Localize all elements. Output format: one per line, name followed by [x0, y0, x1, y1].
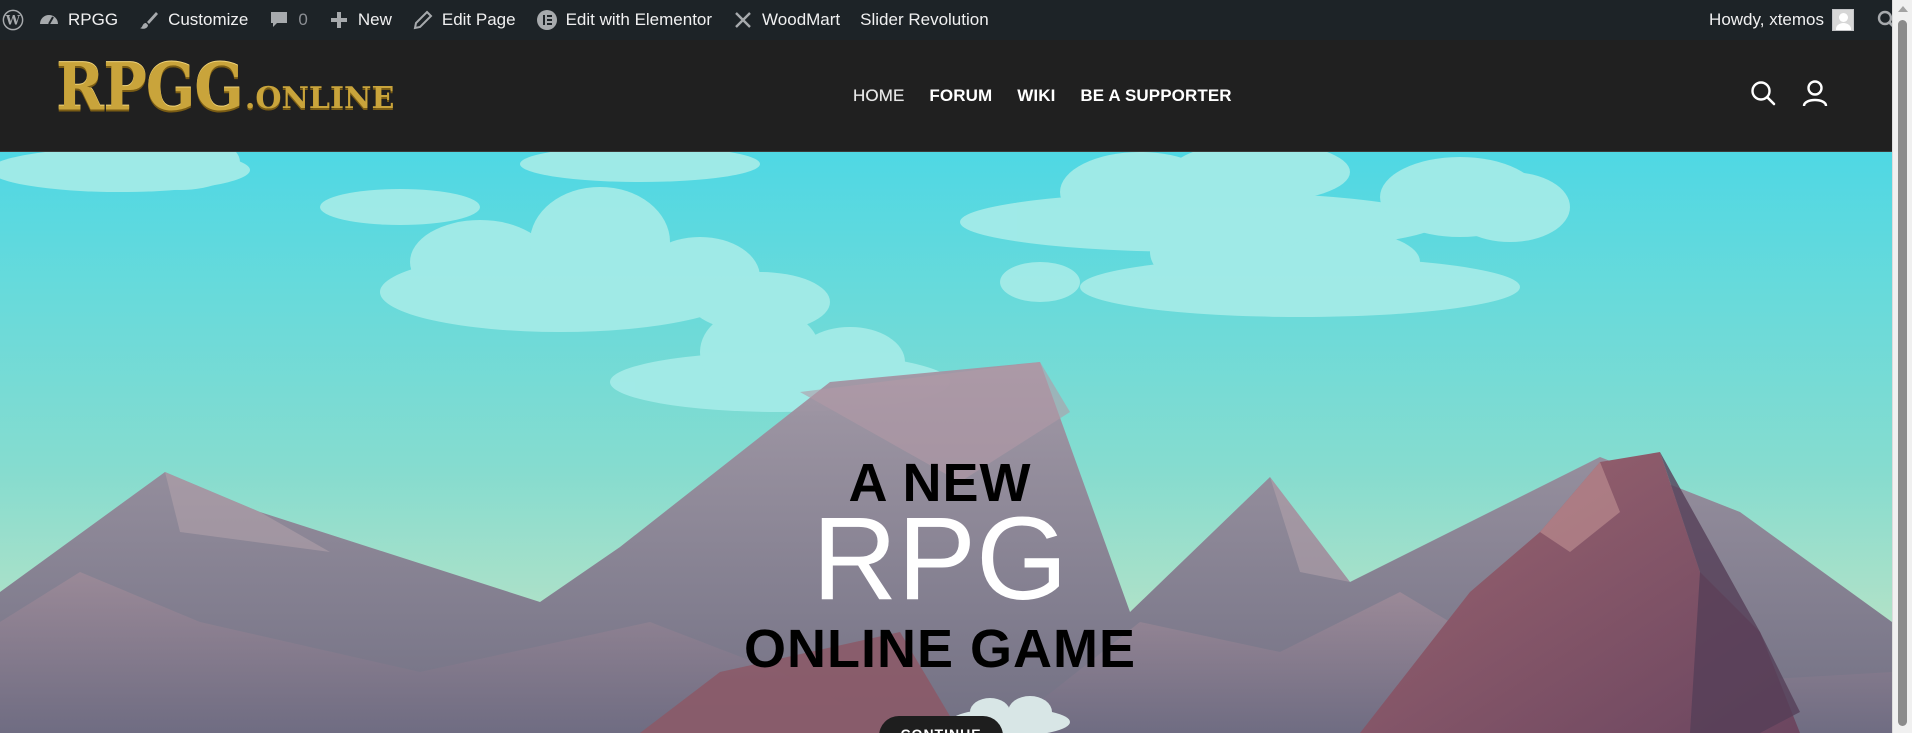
svg-text:W: W — [5, 14, 21, 29]
nav-item-be-a-supporter[interactable]: BE A SUPPORTER — [1080, 86, 1231, 106]
nav-item-forum[interactable]: FORUM — [929, 86, 992, 106]
nav-item-wiki[interactable]: WIKI — [1017, 86, 1055, 106]
brush-icon — [138, 9, 160, 31]
my-account-menu[interactable]: Howdy, xtemos — [1699, 0, 1864, 40]
customize-label: Customize — [168, 10, 249, 29]
main-navigation: HOME FORUM WIKI BE A SUPPORTER — [853, 86, 1232, 106]
avatar — [1832, 9, 1854, 31]
woodmart-menu[interactable]: WoodMart — [722, 0, 850, 40]
slider-revolution-menu[interactable]: Slider Revolution — [850, 0, 999, 40]
logo-main-text: RPGG — [56, 48, 244, 126]
customize-link[interactable]: Customize — [128, 0, 258, 40]
page-scrollbar[interactable] — [1892, 0, 1912, 733]
elementor-icon — [536, 9, 558, 31]
admin-bar: W RPGG Customize 0 New Edit Page Edit wi… — [0, 0, 1912, 40]
new-content-menu[interactable]: New — [318, 0, 402, 40]
header-search-icon[interactable] — [1748, 78, 1778, 108]
site-logo[interactable]: RPGG .ONLINE — [56, 55, 395, 120]
edit-page-label: Edit Page — [441, 10, 516, 29]
dashboard-icon — [38, 9, 60, 31]
comment-icon — [268, 9, 290, 31]
wordpress-logo-icon: W — [2, 9, 24, 31]
continue-button[interactable]: CONTINUE — [879, 716, 1003, 733]
comments-link[interactable]: 0 — [258, 0, 317, 40]
hero-slider: A NEW RPG ONLINE GAME CONTINUE — [0, 152, 1892, 733]
scroll-thumb[interactable] — [1898, 20, 1907, 726]
pencil-icon — [412, 9, 434, 31]
hero-caption: A NEW RPG ONLINE GAME — [0, 152, 1892, 733]
woodmart-icon — [732, 9, 754, 31]
howdy-greeting: Howdy, xtemos — [1709, 10, 1824, 29]
site-header: RPGG .ONLINE HOME FORUM WIKI BE A SUPPOR… — [0, 40, 1892, 152]
nav-item-home[interactable]: HOME — [853, 86, 904, 106]
hero-title-line3: ONLINE GAME — [743, 619, 1136, 679]
hero-title-line2: RPG — [812, 493, 1068, 625]
scroll-up-arrow-icon[interactable] — [1898, 6, 1908, 12]
logo-sub-text: .ONLINE — [244, 81, 395, 116]
slider-revolution-label: Slider Revolution — [860, 10, 989, 29]
site-name-menu[interactable]: RPGG — [28, 0, 128, 40]
plus-icon — [328, 9, 350, 31]
account-user-icon[interactable] — [1800, 78, 1830, 108]
edit-page-link[interactable]: Edit Page — [402, 0, 526, 40]
header-tools — [1748, 78, 1830, 108]
new-label: New — [357, 10, 392, 29]
wordpress-menu[interactable]: W — [0, 0, 28, 40]
comments-count: 0 — [298, 10, 308, 29]
edit-with-elementor-link[interactable]: Edit with Elementor — [526, 0, 722, 40]
edit-with-elementor-label: Edit with Elementor — [565, 10, 713, 29]
woodmart-label: WoodMart — [762, 10, 841, 29]
site-name-label: RPGG — [68, 10, 119, 29]
